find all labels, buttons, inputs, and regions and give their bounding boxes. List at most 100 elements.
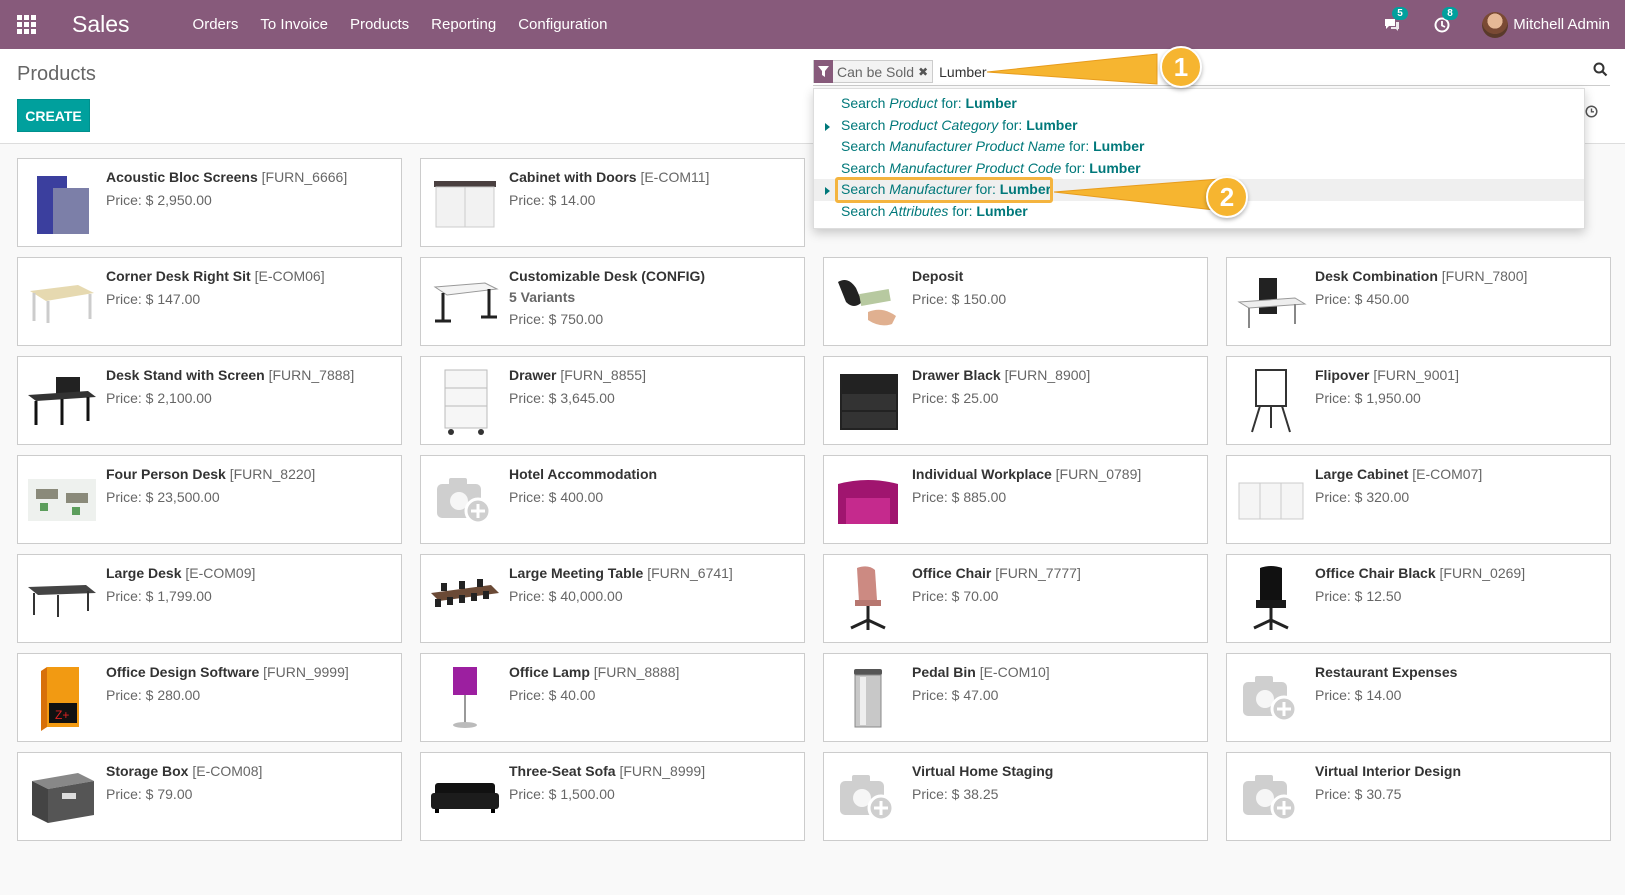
product-title: Acoustic Bloc Screens [FURN_6666] [106, 168, 395, 186]
product-title: Cabinet with Doors [E-COM11] [509, 168, 798, 186]
clock-icon[interactable] [1585, 105, 1598, 121]
product-card[interactable]: Office Lamp [FURN_8888] Price: $ 40.00 [420, 653, 805, 742]
product-card[interactable]: Desk Combination [FURN_7800] Price: $ 450… [1226, 257, 1611, 346]
product-card[interactable]: Virtual Home Staging Price: $ 38.25 [823, 752, 1208, 841]
product-card[interactable]: Three-Seat Sofa [FURN_8999] Price: $ 1,50… [420, 752, 805, 841]
product-name: Storage Box [106, 763, 189, 779]
product-info: Drawer [FURN_8855] Price: $ 3,645.00 [509, 366, 798, 406]
product-card[interactable]: Large Desk [E-COM09] Price: $ 1,799.00 [17, 554, 402, 643]
menu-configuration[interactable]: Configuration [507, 16, 618, 33]
product-reference: [FURN_8220] [229, 466, 316, 482]
bin-icon [832, 662, 904, 734]
product-name: Flipover [1315, 367, 1370, 383]
product-card[interactable]: Pedal Bin [E-COM10] Price: $ 47.00 [823, 653, 1208, 742]
product-reference: [FURN_0789] [1055, 466, 1142, 482]
avatar [1482, 11, 1509, 38]
product-name: Hotel Accommodation [509, 466, 658, 482]
search-bar[interactable]: Can be Sold ✖ Lumber [813, 58, 1610, 86]
product-card[interactable]: Large Cabinet [E-COM07] Price: $ 320.00 [1226, 455, 1611, 544]
product-price: Price: $ 3,645.00 [509, 390, 615, 406]
product-info: Corner Desk Right Sit [E-COM06] Price: $ … [106, 267, 395, 307]
product-title: Corner Desk Right Sit [E-COM06] [106, 267, 395, 285]
product-card[interactable]: Cabinet with Doors [E-COM11] Price: $ 14.… [420, 158, 805, 247]
expand-caret-icon[interactable] [825, 187, 830, 195]
search-option-manufacturer-product-name[interactable]: Search Manufacturer Product Name for: Lu… [814, 136, 1584, 158]
product-reference: [FURN_7800] [1441, 268, 1528, 284]
product-reference: [FURN_6666] [261, 169, 348, 185]
product-card[interactable]: Four Person Desk [FURN_8220] Price: $ 23,… [17, 455, 402, 544]
product-info: Hotel Accommodation Price: $ 400.00 [509, 465, 798, 505]
product-price: Price: $ 320.00 [1315, 489, 1410, 505]
product-price: Price: $ 2,100.00 [106, 390, 212, 406]
product-card[interactable]: Restaurant Expenses Price: $ 14.00 [1226, 653, 1611, 742]
placeholder-camera-icon [1235, 662, 1307, 734]
product-card[interactable]: Office Chair Black [FURN_0269] Price: $ 1… [1226, 554, 1611, 643]
apps-menu-icon[interactable] [0, 0, 52, 49]
money-icon [832, 266, 904, 338]
expand-caret-icon[interactable] [825, 122, 830, 131]
menu-orders[interactable]: Orders [182, 16, 250, 33]
product-reference: [E-COM10] [979, 664, 1050, 680]
search-input[interactable]: Lumber [939, 64, 986, 80]
product-card[interactable]: Customizable Desk (CONFIG) 5 Variants Pric… [420, 257, 805, 346]
product-info: Drawer Black [FURN_8900] Price: $ 25.00 [912, 366, 1201, 406]
product-info: Office Chair [FURN_7777] Price: $ 70.00 [912, 564, 1201, 604]
product-card[interactable]: Flipover [FURN_9001] Price: $ 1,950.00 [1226, 356, 1611, 445]
product-price: Price: $ 150.00 [912, 291, 1007, 307]
systray: 5 8 Mitchell Admin [1382, 0, 1625, 49]
product-price: Price: $ 1,500.00 [509, 786, 615, 802]
workplace-icon [832, 464, 904, 536]
menu-reporting[interactable]: Reporting [420, 16, 507, 33]
product-reference: [FURN_8900] [1004, 367, 1091, 383]
menu-products[interactable]: Products [339, 16, 420, 33]
product-info: Customizable Desk (CONFIG) 5 Variants Pric… [509, 267, 798, 327]
app-name[interactable]: Sales [72, 11, 130, 38]
messages-icon[interactable]: 5 [1382, 6, 1408, 35]
product-card[interactable]: Virtual Interior Design Price: $ 30.75 [1226, 752, 1611, 841]
menu-to-invoice[interactable]: To Invoice [249, 16, 339, 33]
remove-facet-icon[interactable]: ✖ [918, 65, 932, 79]
highlight-box [835, 177, 1053, 203]
callout-number-2: 2 [1206, 176, 1248, 218]
create-button[interactable]: CREATE [17, 99, 90, 132]
product-price: Price: $ 23,500.00 [106, 489, 220, 505]
user-menu[interactable]: Mitchell Admin [1482, 11, 1610, 38]
product-reference: [E-COM09] [185, 565, 256, 581]
product-title: Drawer [FURN_8855] [509, 366, 798, 384]
product-card[interactable]: Z+ Office Design Software [FURN_9999] Pric… [17, 653, 402, 742]
product-card[interactable]: Large Meeting Table [FURN_6741] Price: $ … [420, 554, 805, 643]
product-price: Price: $ 79.00 [106, 786, 193, 802]
product-price: Price: $ 14.00 [509, 192, 596, 208]
screen-icon [26, 167, 98, 239]
chair-pink-icon [832, 563, 904, 635]
product-title: Hotel Accommodation [509, 465, 798, 483]
product-name: Corner Desk Right Sit [106, 268, 251, 284]
product-kanban: Acoustic Bloc Screens [FURN_6666] Price: … [17, 158, 1611, 841]
product-card[interactable]: Storage Box [E-COM08] Price: $ 79.00 [17, 752, 402, 841]
product-card[interactable]: Corner Desk Right Sit [E-COM06] Price: $ … [17, 257, 402, 346]
product-info: Individual Workplace [FURN_0789] Price: $… [912, 465, 1201, 505]
svg-text:Z+: Z+ [55, 708, 69, 722]
product-card[interactable]: Drawer [FURN_8855] Price: $ 3,645.00 [420, 356, 805, 445]
product-title: Large Desk [E-COM09] [106, 564, 395, 582]
drawer-icon [429, 365, 501, 437]
product-card[interactable]: Individual Workplace [FURN_0789] Price: $… [823, 455, 1208, 544]
product-price: Price: $ 38.25 [912, 786, 999, 802]
product-card[interactable]: Office Chair [FURN_7777] Price: $ 70.00 [823, 554, 1208, 643]
product-name: Office Lamp [509, 664, 590, 680]
product-card[interactable]: Acoustic Bloc Screens [FURN_6666] Price: … [17, 158, 402, 247]
product-card[interactable]: Deposit Price: $ 150.00 [823, 257, 1208, 346]
search-option-product-category[interactable]: Search Product Category for: Lumber [814, 115, 1584, 137]
product-card[interactable]: Drawer Black [FURN_8900] Price: $ 25.00 [823, 356, 1208, 445]
search-option-product[interactable]: Search Product for: Lumber [814, 93, 1584, 115]
product-title: Deposit [912, 267, 1201, 285]
storage-box-icon [26, 761, 98, 833]
search-icon[interactable] [1593, 62, 1608, 80]
product-card[interactable]: Desk Stand with Screen [FURN_7888] Price:… [17, 356, 402, 445]
activities-icon[interactable]: 8 [1432, 6, 1458, 35]
product-title: Office Chair [FURN_7777] [912, 564, 1201, 582]
product-card[interactable]: Hotel Accommodation Price: $ 400.00 [420, 455, 805, 544]
product-info: Virtual Home Staging Price: $ 38.25 [912, 762, 1201, 802]
product-info: Acoustic Bloc Screens [FURN_6666] Price: … [106, 168, 395, 208]
product-name: Drawer [509, 367, 557, 383]
